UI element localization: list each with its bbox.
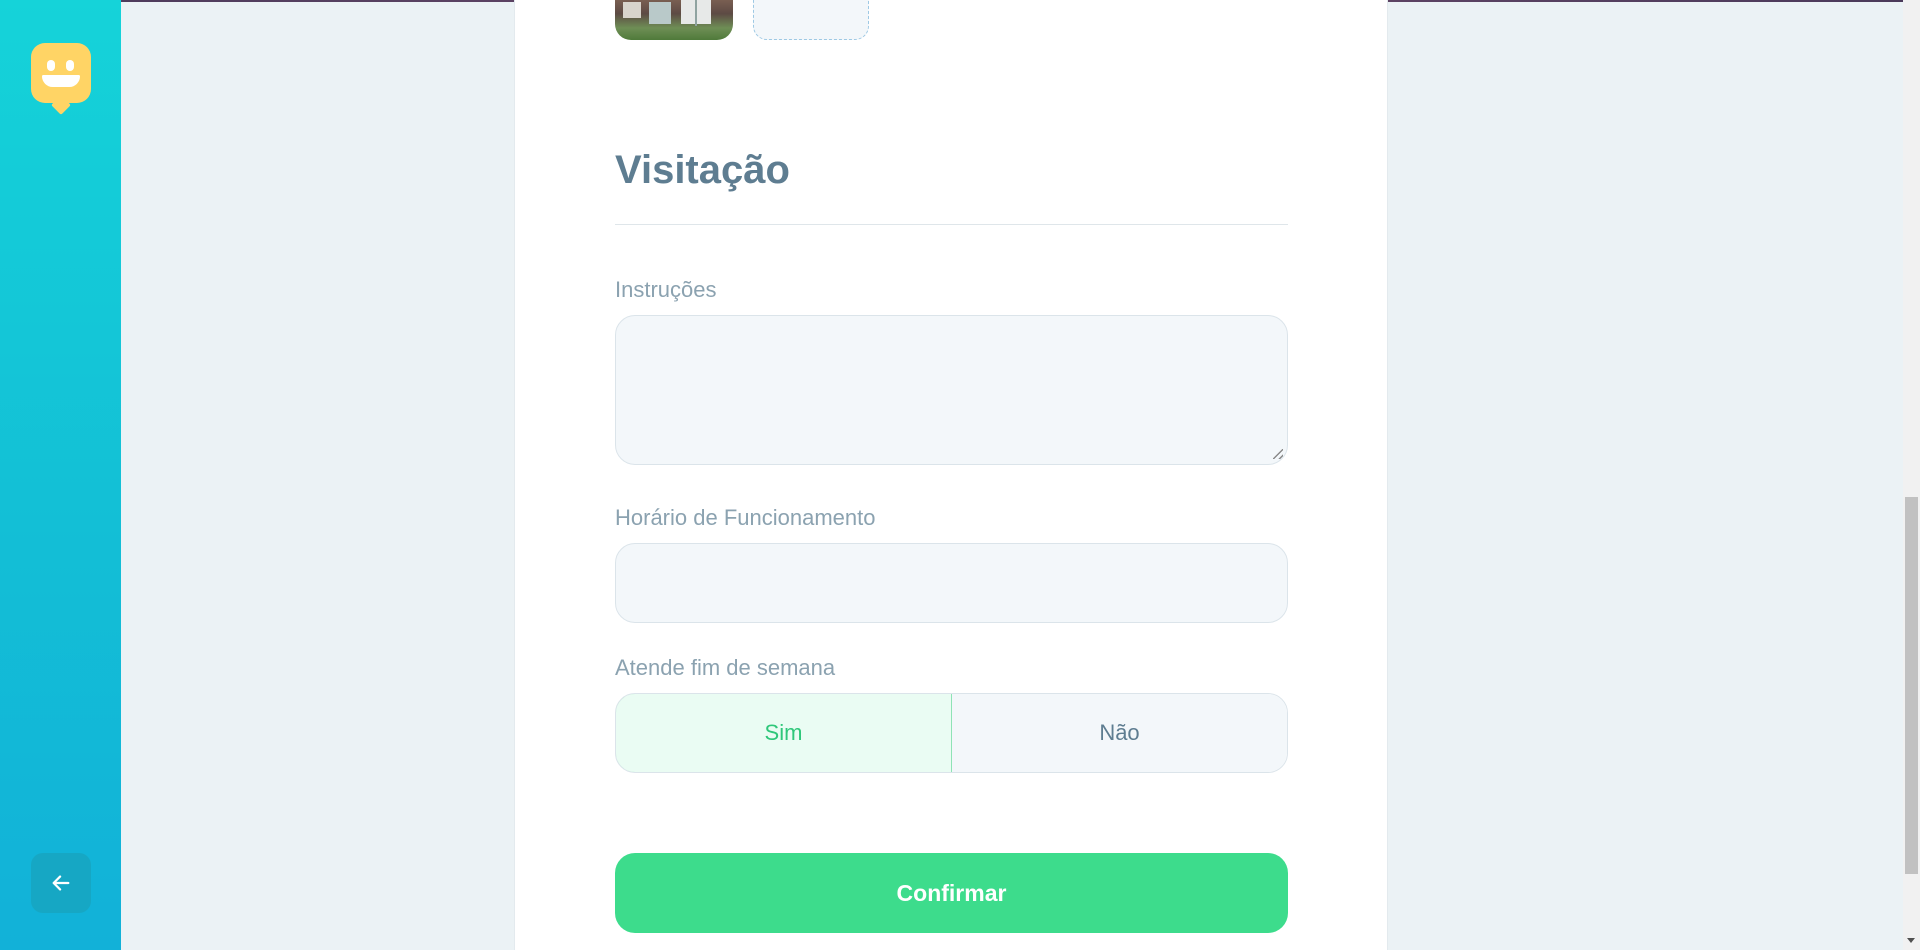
hours-label: Horário de Funcionamento xyxy=(615,505,876,530)
instructions-label: Instruções xyxy=(615,277,717,302)
section-title: Visitação xyxy=(615,148,790,192)
weekend-toggle: Sim Não xyxy=(615,693,1288,773)
hours-input[interactable] xyxy=(615,543,1288,623)
page-scrollbar[interactable] xyxy=(1903,0,1920,950)
back-button[interactable] xyxy=(31,853,91,913)
weekend-option-no[interactable]: Não xyxy=(952,694,1287,772)
section-divider xyxy=(615,224,1288,225)
arrow-left-icon xyxy=(52,875,70,891)
add-photo-slot[interactable] xyxy=(753,0,869,40)
scroll-down-arrow-icon[interactable] xyxy=(1907,938,1915,943)
form-card: Visitação Instruções Horário de Funciona… xyxy=(514,0,1388,950)
logo-mouth xyxy=(42,75,80,87)
textarea-resize-handle[interactable] xyxy=(1273,449,1283,459)
smiley-logo-icon[interactable] xyxy=(31,43,91,103)
property-photo-thumbnail[interactable] xyxy=(615,0,733,40)
photo-detail xyxy=(623,2,641,18)
instructions-textarea[interactable] xyxy=(615,315,1288,465)
photo-detail xyxy=(649,2,671,24)
scrollbar-thumb[interactable] xyxy=(1905,497,1918,874)
confirm-button[interactable]: Confirmar xyxy=(615,853,1288,933)
logo-eye-right xyxy=(66,60,74,71)
sidebar xyxy=(0,0,121,950)
weekend-label: Atende fim de semana xyxy=(615,655,836,680)
weekend-option-yes[interactable]: Sim xyxy=(616,694,952,772)
photo-detail xyxy=(695,0,697,26)
logo-eye-left xyxy=(47,60,55,71)
